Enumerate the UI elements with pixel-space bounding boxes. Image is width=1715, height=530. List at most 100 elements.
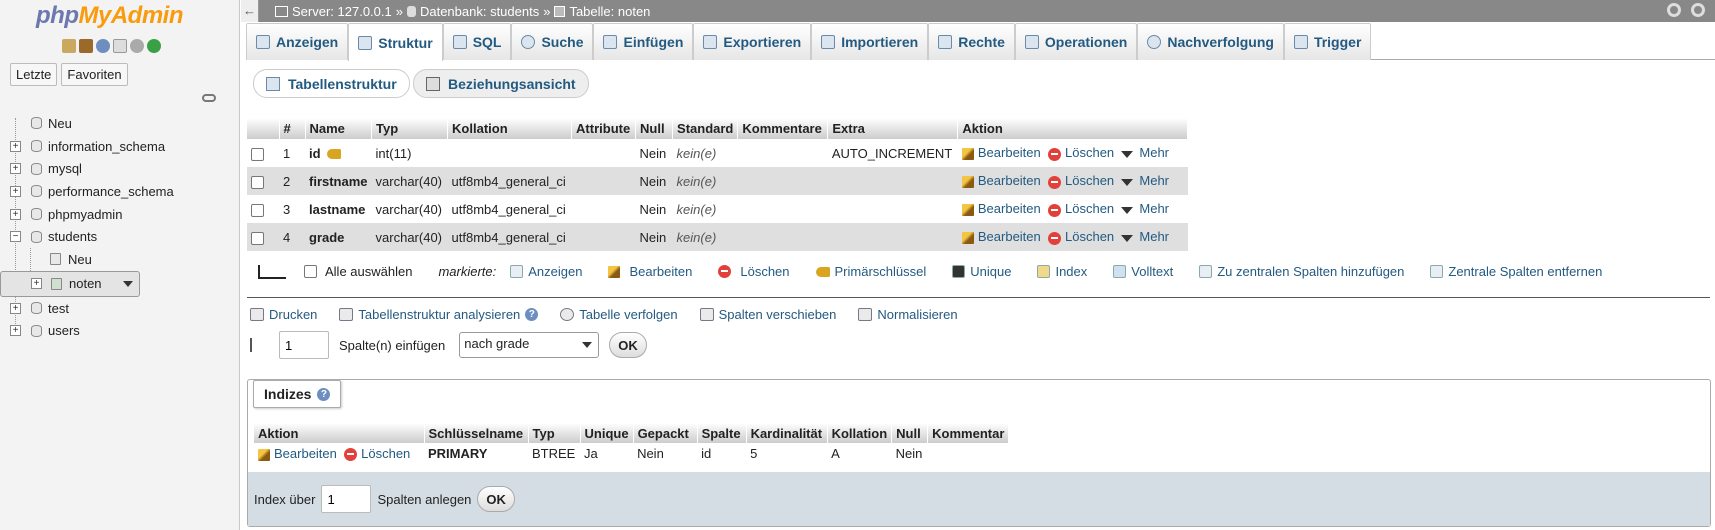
- create-index-ok-button[interactable]: OK: [477, 486, 515, 512]
- insert-ok-button[interactable]: OK: [609, 332, 647, 358]
- row-checkbox[interactable]: [251, 203, 264, 217]
- bulk-edit-button[interactable]: Bearbeiten: [608, 264, 692, 279]
- bulk-add-central-columns-button[interactable]: Zu zentralen Spalten hinzufügen: [1199, 264, 1404, 279]
- dropdown-arrow-icon: [1121, 234, 1134, 242]
- collapse-nav-icon[interactable]: ←: [241, 0, 259, 22]
- settings-icon[interactable]: [130, 39, 144, 53]
- expand-icon[interactable]: +: [10, 302, 21, 314]
- link-icon[interactable]: [202, 94, 216, 102]
- tab-importieren[interactable]: Importieren: [811, 23, 929, 60]
- home-icon[interactable]: [62, 39, 76, 53]
- settings-gear-icon-2[interactable]: [1691, 3, 1705, 17]
- tree-new-database[interactable]: Neu: [0, 112, 240, 135]
- bulk-primary-key-button[interactable]: Primärschlüssel: [815, 264, 926, 279]
- edit-column-button[interactable]: Bearbeiten: [961, 229, 1041, 244]
- bulk-delete-button[interactable]: Löschen: [718, 264, 790, 279]
- help-icon[interactable]: [96, 39, 110, 53]
- edit-column-button[interactable]: Bearbeiten: [961, 201, 1041, 216]
- tab-trigger[interactable]: Trigger: [1283, 23, 1372, 60]
- export-icon: [703, 35, 718, 49]
- help-icon[interactable]: ?: [525, 308, 539, 321]
- collapse-icon[interactable]: −: [10, 231, 21, 243]
- delete-index-button[interactable]: Löschen: [344, 446, 410, 462]
- edit-column-button[interactable]: Bearbeiten: [961, 145, 1041, 160]
- breadcrumb-server[interactable]: Server: 127.0.0.1: [292, 4, 392, 19]
- edit-index-button[interactable]: Bearbeiten: [258, 446, 337, 461]
- add-central-columns-icon: [1199, 265, 1213, 278]
- pencil-icon: [608, 265, 621, 278]
- delete-column-button[interactable]: Löschen: [1048, 229, 1114, 245]
- tree-db-test[interactable]: + test: [0, 297, 240, 320]
- expand-icon[interactable]: +: [10, 208, 21, 220]
- row-checkbox[interactable]: [251, 175, 264, 189]
- bulk-remove-central-columns-button[interactable]: Zentrale Spalten entfernen: [1430, 264, 1602, 279]
- column-count-input[interactable]: [279, 331, 329, 359]
- breadcrumb-table[interactable]: Tabelle: noten: [569, 4, 650, 19]
- tree-db-users[interactable]: + users: [0, 320, 240, 343]
- more-button[interactable]: Mehr: [1121, 145, 1169, 160]
- delete-column-button[interactable]: Löschen: [1048, 173, 1114, 189]
- phpmyadmin-logo[interactable]: phpMyAdmin: [36, 2, 183, 30]
- delete-column-button[interactable]: Löschen: [1048, 145, 1114, 161]
- tree-db-information-schema[interactable]: + information_schema: [0, 135, 240, 158]
- delete-icon: [1048, 175, 1061, 189]
- browse-icon: [256, 35, 270, 49]
- dropdown-arrow-icon: [1121, 206, 1134, 214]
- tree-db-students[interactable]: − students: [0, 225, 240, 248]
- tab-sql[interactable]: SQL: [442, 23, 512, 60]
- tab-struktur[interactable]: Struktur: [348, 23, 443, 61]
- subtab-table-structure[interactable]: Tabellenstruktur: [253, 69, 410, 98]
- analyze-structure-button[interactable]: Tabellenstruktur analysieren?: [339, 307, 539, 322]
- tree-db-performance-schema[interactable]: + performance_schema: [0, 180, 240, 203]
- expand-icon[interactable]: +: [10, 163, 21, 175]
- tab-nachverfolgung[interactable]: Nachverfolgung: [1137, 23, 1284, 60]
- row-checkbox[interactable]: [251, 147, 264, 161]
- bulk-browse-button[interactable]: Anzeigen: [510, 264, 582, 279]
- more-button[interactable]: Mehr: [1121, 229, 1169, 244]
- column-position-select[interactable]: nach grade: [459, 332, 600, 358]
- tab-einfuegen[interactable]: Einfügen: [593, 23, 694, 60]
- database-icon: [31, 185, 42, 198]
- expand-icon[interactable]: +: [10, 325, 21, 337]
- bulk-fulltext-button[interactable]: Volltext: [1113, 264, 1173, 279]
- index-columns-input[interactable]: [321, 485, 372, 513]
- tab-anzeigen[interactable]: Anzeigen: [246, 23, 349, 60]
- move-columns-button[interactable]: Spalten verschieben: [699, 307, 836, 322]
- more-button[interactable]: Mehr: [1121, 173, 1169, 188]
- select-all-checkbox[interactable]: [304, 265, 317, 278]
- subtab-relation-view[interactable]: Beziehungsansicht: [413, 69, 589, 98]
- tab-suche[interactable]: Suche: [511, 23, 594, 60]
- tab-operationen[interactable]: Operationen: [1014, 23, 1138, 60]
- recent-tab[interactable]: Letzte: [10, 63, 58, 86]
- delete-column-button[interactable]: Löschen: [1048, 201, 1114, 217]
- browse-icon: [510, 265, 524, 278]
- normalize-button[interactable]: Normalisieren: [858, 307, 958, 322]
- help-icon[interactable]: ?: [317, 387, 331, 401]
- favorites-tab[interactable]: Favoriten: [61, 63, 128, 86]
- tree-db-mysql[interactable]: + mysql: [0, 157, 240, 180]
- more-button[interactable]: Mehr: [1121, 201, 1169, 216]
- tree-table-noten[interactable]: + noten: [0, 270, 140, 297]
- docs-icon[interactable]: [113, 39, 127, 53]
- reload-icon[interactable]: [147, 39, 161, 53]
- edit-column-button[interactable]: Bearbeiten: [961, 173, 1041, 188]
- expand-icon[interactable]: +: [10, 185, 21, 197]
- bulk-unique-button[interactable]: Unique: [952, 264, 1011, 279]
- eye-icon: [560, 308, 575, 321]
- tree-new-table[interactable]: Neu: [0, 248, 240, 271]
- breadcrumb-database[interactable]: Datenbank: students: [420, 4, 539, 19]
- settings-gear-icon[interactable]: [1667, 3, 1681, 17]
- expand-icon[interactable]: +: [10, 140, 21, 152]
- tab-exportieren[interactable]: Exportieren: [693, 23, 812, 60]
- track-table-button[interactable]: Tabelle verfolgen: [560, 307, 678, 322]
- row-checkbox[interactable]: [251, 231, 264, 245]
- select-all-label[interactable]: Alle auswählen: [325, 264, 412, 279]
- relation-icon: [426, 76, 440, 91]
- print-button[interactable]: Drucken: [250, 307, 317, 322]
- logout-icon[interactable]: [79, 39, 93, 53]
- database-icon: [31, 140, 42, 153]
- tree-db-phpmyadmin[interactable]: + phpmyadmin: [0, 203, 240, 226]
- tab-rechte[interactable]: Rechte: [928, 23, 1015, 60]
- expand-icon[interactable]: +: [31, 278, 42, 290]
- bulk-index-button[interactable]: Index: [1037, 264, 1087, 279]
